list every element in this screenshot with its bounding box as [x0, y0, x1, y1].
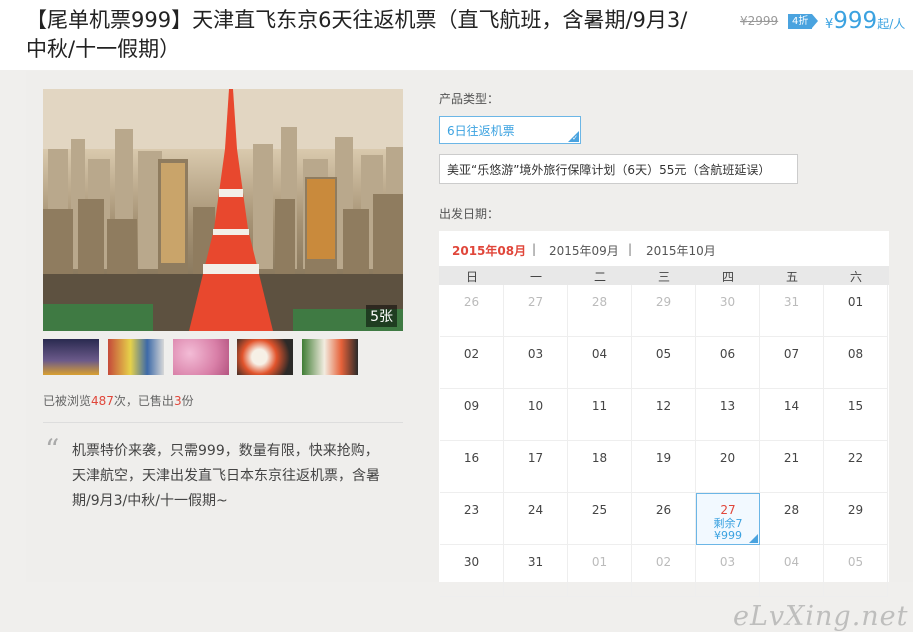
weekday-header: 日一二三四五六 [439, 266, 889, 285]
calendar-day[interactable]: 01 [824, 285, 888, 337]
thumbnail-sushi-platter[interactable] [302, 339, 358, 375]
weekday-label: 三 [657, 270, 670, 284]
day-number: 27 [720, 503, 736, 517]
calendar-day[interactable]: 14 [760, 389, 824, 441]
calendar-day[interactable]: 27 [504, 285, 568, 337]
tab-month-sep[interactable]: 2015年09月 [549, 242, 619, 259]
sold-count: 3 [173, 394, 182, 408]
thumbnail-cherry-blossom[interactable] [173, 339, 229, 375]
tab-month-aug[interactable]: 2015年08月 [452, 242, 526, 259]
divider [43, 422, 403, 423]
product-type-value: 6日往返机票 [447, 124, 515, 138]
views-count: 487 [91, 394, 114, 408]
thumbnail-night-city[interactable] [43, 339, 99, 375]
month-tabs: 2015年08月 | 2015年09月 | 2015年10月 [439, 231, 889, 267]
calendar-day[interactable]: 02 [632, 545, 696, 597]
calendar-day[interactable]: 19 [632, 441, 696, 493]
calendar-day[interactable]: 05 [824, 545, 888, 597]
calendar-day[interactable]: 31 [504, 545, 568, 597]
views-suffix: 次，已售出 [113, 394, 174, 408]
calendar-day[interactable]: 03 [504, 337, 568, 389]
calendar-day[interactable]: 29 [632, 285, 696, 337]
current-price: ¥999起/人 [825, 8, 905, 34]
calendar-day[interactable]: 02 [440, 337, 504, 389]
calendar-day[interactable]: 25 [568, 493, 632, 545]
month-separator: | [628, 242, 633, 256]
weekday-label: 六 [849, 270, 862, 284]
view-sold-stats: 已被浏览487次，已售出3份 [43, 392, 194, 409]
departure-date-label: 出发日期： [439, 207, 500, 221]
calendar-day[interactable]: 05 [632, 337, 696, 389]
discount-badge: 4折 [788, 14, 819, 29]
content-area: 5张 已被浏览487次，已售出3份 “ 机票特价来袭，只需999，数量有限，快来… [26, 71, 913, 632]
calendar-day[interactable]: 30 [696, 285, 760, 337]
thumbnail-sushi[interactable] [237, 339, 293, 375]
calendar-day[interactable]: 28 [568, 285, 632, 337]
calendar-day-available[interactable]: 27 剩余7 ¥999 [696, 493, 760, 545]
photo-count-badge: 5张 [366, 305, 397, 327]
weekday-label: 四 [721, 270, 734, 284]
price-unit: 起/人 [877, 17, 906, 31]
page-title: 【尾单机票999】天津直飞东京6天往返机票（直飞航班，含暑期/9月3/中秋/十一… [26, 8, 688, 61]
selected-corner-icon [749, 534, 758, 543]
calendar-day[interactable]: 29 [824, 493, 888, 545]
calendar-day[interactable]: 01 [568, 545, 632, 597]
calendar-day[interactable]: 04 [568, 337, 632, 389]
calendar-day[interactable]: 23 [440, 493, 504, 545]
calendar-day[interactable]: 15 [824, 389, 888, 441]
product-type-label: 产品类型： [439, 92, 500, 106]
product-description: 机票特价来袭，只需999，数量有限，快来抢购，天津航空，天津出发直飞日本东京往返… [72, 443, 380, 509]
product-type-option-selected[interactable]: 6日往返机票 ✓ [439, 116, 581, 144]
calendar-day[interactable]: 31 [760, 285, 824, 337]
calendar-day[interactable]: 28 [760, 493, 824, 545]
calendar-day[interactable]: 22 [824, 441, 888, 493]
calendar-day[interactable]: 03 [696, 545, 760, 597]
calendar-day[interactable]: 13 [696, 389, 760, 441]
calendar-day[interactable]: 12 [632, 389, 696, 441]
views-prefix: 已被浏览 [43, 394, 92, 408]
header: 【尾单机票999】天津直飞东京6天往返机票（直飞航班，含暑期/9月3/中秋/十一… [0, 0, 913, 70]
calendar-day[interactable]: 30 [440, 545, 504, 597]
tab-month-oct[interactable]: 2015年10月 [646, 242, 716, 259]
thumbnail-strip [43, 339, 373, 375]
calendar-day[interactable]: 21 [760, 441, 824, 493]
calendar-day[interactable]: 26 [440, 285, 504, 337]
calendar-day[interactable]: 06 [696, 337, 760, 389]
weekday-label: 日 [465, 270, 478, 284]
tokyo-skyline-illustration [43, 89, 403, 331]
check-icon: ✓ [572, 134, 578, 142]
watermark: eLvXing.net [733, 601, 909, 632]
weekday-label: 一 [529, 270, 542, 284]
calendar-day[interactable]: 10 [504, 389, 568, 441]
calendar-day[interactable]: 20 [696, 441, 760, 493]
departure-calendar: 2015年08月 | 2015年09月 | 2015年10月 日 一 二 三 四 五 六 2… [439, 231, 889, 597]
calendar-day[interactable]: 11 [568, 389, 632, 441]
calendar-day[interactable]: 07 [760, 337, 824, 389]
calendar-day[interactable]: 24 [504, 493, 568, 545]
thumbnail-street[interactable] [108, 339, 164, 375]
sold-suffix: 份 [181, 394, 194, 408]
calendar-day[interactable]: 16 [440, 441, 504, 493]
month-separator: | [532, 242, 537, 256]
calendar-day[interactable]: 17 [504, 441, 568, 493]
calendar-day[interactable]: 26 [632, 493, 696, 545]
calendar-day[interactable]: 09 [440, 389, 504, 441]
price-value: 999 [833, 8, 878, 34]
insurance-option[interactable]: 美亚“乐悠游”境外旅行保障计划（6天）55元（含航班延误） [439, 154, 798, 184]
weekday-label: 二 [593, 270, 606, 284]
calendar-day[interactable]: 08 [824, 337, 888, 389]
main-photo-tokyo-tower[interactable]: 5张 [43, 89, 403, 331]
original-price: ¥2999 [740, 14, 779, 28]
quote-icon: “ [45, 433, 60, 466]
calendar-day[interactable]: 18 [568, 441, 632, 493]
weekday-label: 五 [785, 270, 798, 284]
price-box: ¥2999 4折 ¥999起/人 [738, 8, 913, 38]
calendar-day[interactable]: 04 [760, 545, 824, 597]
